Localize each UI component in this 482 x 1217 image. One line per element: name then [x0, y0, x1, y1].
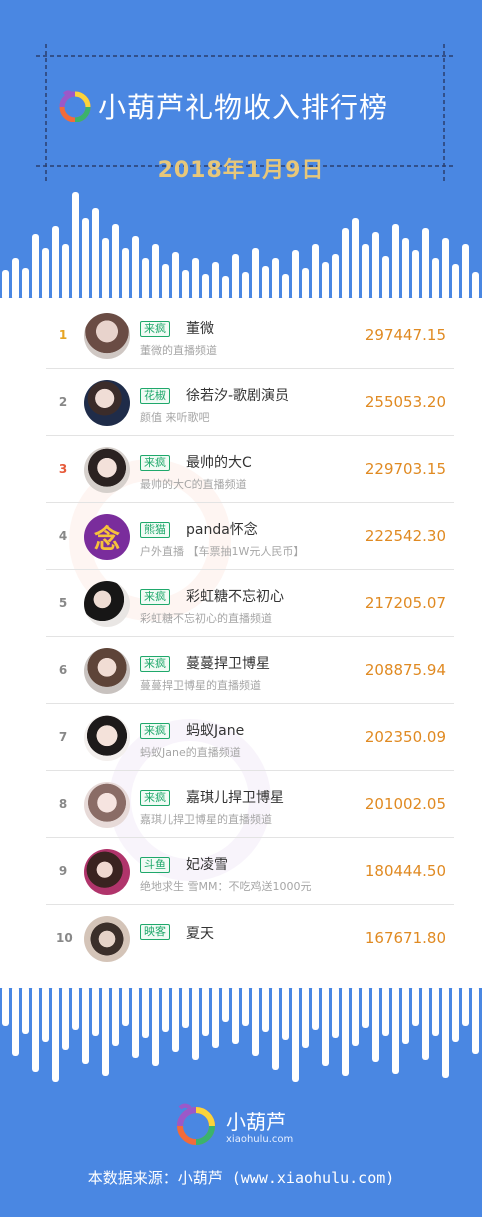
- gift-income: 180444.50: [364, 862, 446, 880]
- xiaohulu-logo-icon: [59, 90, 91, 122]
- channel-subtitle: 最帅的大C的直播频道: [140, 478, 247, 491]
- ranking-row[interactable]: 1 来疯 董微 董微的直播频道 297447.15: [46, 302, 454, 369]
- avatar: [84, 782, 130, 828]
- report-date: 2018年1月9日: [157, 158, 325, 183]
- platform-badge: 斗鱼: [140, 857, 170, 873]
- gift-income: 297447.15: [364, 326, 446, 344]
- gift-income: 255053.20: [364, 393, 446, 411]
- rank-number: 6: [58, 663, 68, 677]
- rank-number: 7: [58, 730, 68, 744]
- avatar: [84, 581, 130, 627]
- rank-number: 9: [58, 864, 68, 878]
- streamer-name: 蚂蚁Jane: [186, 723, 245, 739]
- streamer-name: 嘉琪儿捍卫博星: [186, 790, 284, 806]
- bottom-wave-decoration: [2, 986, 479, 1082]
- footer-url[interactable]: xiaohulu.com: [226, 1134, 293, 1145]
- channel-subtitle: 彩虹糖不忘初心的直播频道: [140, 612, 272, 625]
- rank-number: 8: [58, 797, 68, 811]
- streamer-name: 彩虹糖不忘初心: [186, 589, 284, 605]
- channel-subtitle: 蚂蚁Jane的直播频道: [140, 746, 241, 759]
- platform-badge: 熊猫: [140, 522, 170, 538]
- streamer-name: panda怀念: [186, 522, 258, 538]
- platform-badge: 来疯: [140, 455, 170, 471]
- avatar: [84, 715, 130, 761]
- gift-income: 167671.80: [364, 929, 446, 947]
- xiaohulu-footer-logo-icon: [177, 1103, 215, 1145]
- ranking-row[interactable]: 3 来疯 最帅的大C 最帅的大C的直播频道 229703.15: [46, 436, 454, 503]
- avatar-glyph: 念: [93, 524, 120, 555]
- ranking-row[interactable]: 7 来疯 蚂蚁Jane 蚂蚁Jane的直播频道 202350.09: [46, 704, 454, 771]
- data-source-note: 本数据来源：小葫芦 (www.xiaohulu.com): [87, 1169, 395, 1187]
- gift-income: 202350.09: [364, 728, 446, 746]
- platform-badge: 花椒: [140, 388, 170, 404]
- platform-badge: 来疯: [140, 589, 170, 605]
- channel-subtitle: 蔓蔓捍卫博星的直播频道: [140, 679, 261, 692]
- streamer-name: 妃凌雪: [186, 857, 228, 873]
- gift-income: 229703.15: [364, 460, 446, 478]
- page: 小葫芦礼物收入排行榜 2018年1月9日 1 来疯 董微 董微的直播频道 297…: [0, 0, 482, 1217]
- platform-badge: 来疯: [140, 723, 170, 739]
- channel-subtitle: 董微的直播频道: [140, 344, 217, 357]
- avatar: 念: [84, 514, 130, 560]
- ranking-row[interactable]: 6 来疯 蔓蔓捍卫博星 蔓蔓捍卫博星的直播频道 208875.94: [46, 637, 454, 704]
- platform-badge: 来疯: [140, 321, 170, 337]
- ranking-row[interactable]: 4 念 熊猫 panda怀念 户外直播 【车票抽1W元人民币】 222542.3…: [46, 503, 454, 570]
- platform-badge: 映客: [140, 924, 170, 940]
- page-title: 小葫芦礼物收入排行榜: [98, 91, 389, 124]
- rank-number: 3: [58, 462, 68, 476]
- streamer-name: 最帅的大C: [186, 455, 252, 471]
- streamer-name: 夏天: [186, 926, 214, 942]
- streamer-name: 徐若汐-歌剧演员: [186, 388, 290, 404]
- streamer-name: 董微: [186, 321, 214, 337]
- gift-income: 201002.05: [364, 795, 446, 813]
- top-wave-decoration: [2, 192, 479, 300]
- channel-subtitle: 户外直播 【车票抽1W元人民币】: [140, 545, 305, 558]
- channel-subtitle: 绝地求生 雪MM：不吃鸡送1000元: [140, 880, 312, 893]
- rank-number: 10: [56, 931, 73, 945]
- rank-number: 4: [58, 529, 68, 543]
- ranking-row[interactable]: 2 花椒 徐若汐-歌剧演员 颜值 来听歌吧 255053.20: [46, 369, 454, 436]
- rank-number: 5: [58, 596, 68, 610]
- platform-badge: 来疯: [140, 656, 170, 672]
- footer-brand: 小葫芦: [226, 1110, 286, 1134]
- rank-number: 2: [58, 395, 68, 409]
- streamer-name: 蔓蔓捍卫博星: [186, 656, 270, 672]
- channel-subtitle: 嘉琪儿捍卫博星的直播频道: [140, 813, 272, 826]
- ranking-row[interactable]: 10 映客 夏天 167671.80: [46, 905, 454, 971]
- ranking-row[interactable]: 5 来疯 彩虹糖不忘初心 彩虹糖不忘初心的直播频道 217205.07: [46, 570, 454, 637]
- avatar: [84, 849, 130, 895]
- avatar: [84, 648, 130, 694]
- rank-number: 1: [58, 328, 68, 342]
- avatar: [84, 916, 130, 962]
- avatar: [84, 380, 130, 426]
- gift-income: 208875.94: [364, 661, 446, 679]
- avatar: [84, 447, 130, 493]
- ranking-row[interactable]: 8 来疯 嘉琪儿捍卫博星 嘉琪儿捍卫博星的直播频道 201002.05: [46, 771, 454, 838]
- gift-income: 222542.30: [364, 527, 446, 545]
- platform-badge: 来疯: [140, 790, 170, 806]
- channel-subtitle: 颜值 来听歌吧: [140, 411, 210, 424]
- avatar: [84, 313, 130, 359]
- ranking-row[interactable]: 9 斗鱼 妃凌雪 绝地求生 雪MM：不吃鸡送1000元 180444.50: [46, 838, 454, 905]
- gift-income: 217205.07: [364, 594, 446, 612]
